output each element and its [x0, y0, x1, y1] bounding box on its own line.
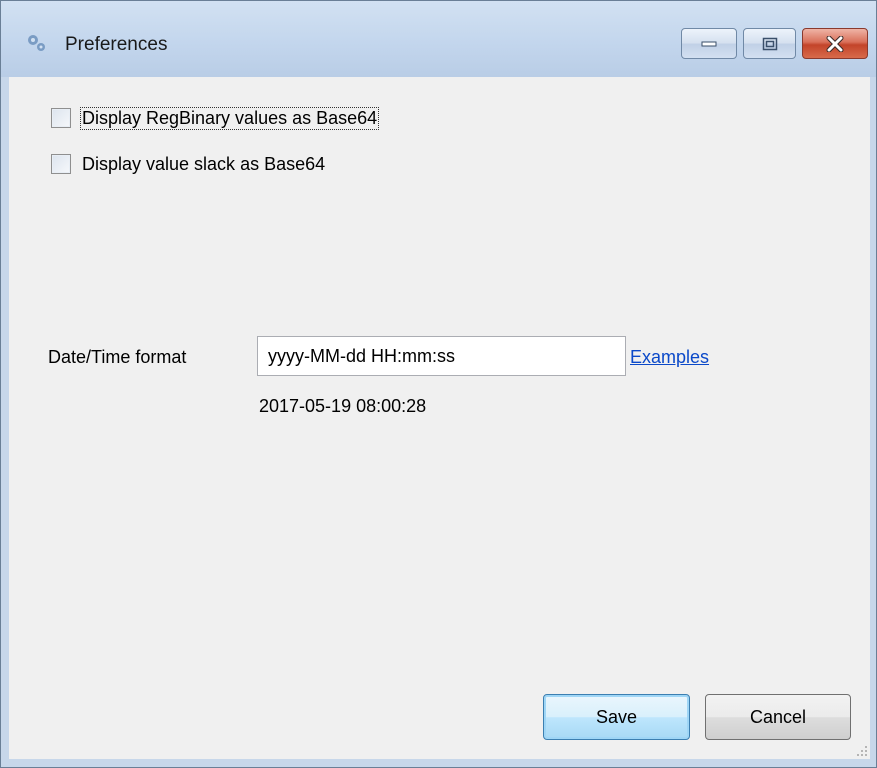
examples-link[interactable]: Examples [630, 347, 709, 368]
maximize-icon [762, 37, 777, 50]
slack-base64-label[interactable]: Display value slack as Base64 [81, 154, 326, 175]
close-button[interactable] [802, 28, 868, 59]
datetime-preview: 2017-05-19 08:00:28 [259, 396, 427, 416]
window-title: Preferences [65, 34, 168, 55]
option-slack-base64[interactable]: Display value slack as Base64 [51, 151, 326, 177]
regbinary-base64-checkbox[interactable] [51, 108, 71, 128]
minimize-icon [701, 41, 717, 46]
option-regbinary-base64[interactable]: Display RegBinary values as Base64 [51, 105, 380, 131]
datetime-format-label: Date/Time format [48, 347, 187, 367]
preferences-window: Preferences Display RegBinary values as … [0, 0, 877, 768]
cancel-button[interactable]: Cancel [705, 694, 851, 740]
resize-grip-icon[interactable] [854, 743, 868, 757]
save-button[interactable]: Save [543, 694, 690, 740]
slack-base64-checkbox[interactable] [51, 154, 71, 174]
gears-icon [28, 35, 45, 51]
minimize-button[interactable] [681, 28, 737, 59]
datetime-format-input[interactable] [257, 336, 626, 376]
regbinary-base64-label[interactable]: Display RegBinary values as Base64 [79, 106, 380, 130]
title-bar[interactable]: Preferences [1, 1, 876, 77]
close-icon [826, 35, 844, 52]
maximize-button[interactable] [743, 28, 796, 59]
preferences-panel: Display RegBinary values as Base64 Displ… [9, 77, 870, 759]
